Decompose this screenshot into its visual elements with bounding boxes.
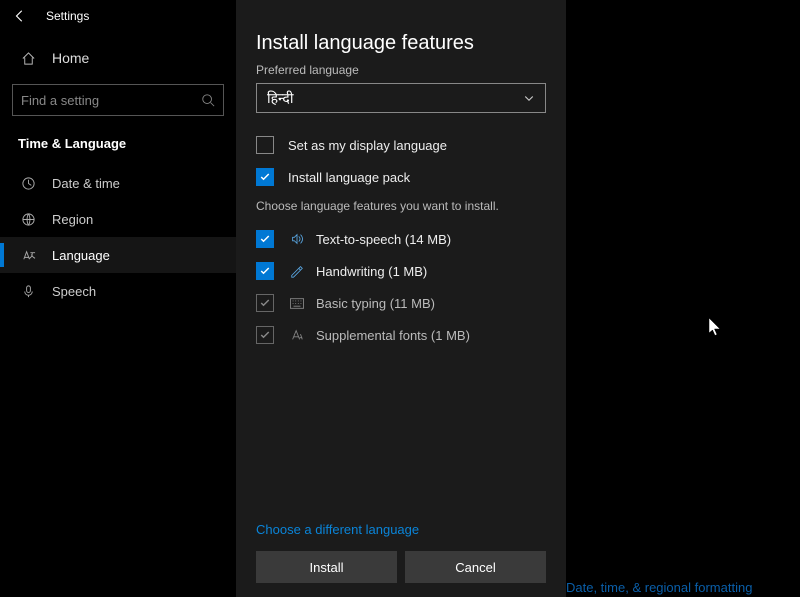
sidebar-item-speech[interactable]: Speech [0,273,236,309]
feature-label: Basic typing (11 MB) [316,296,435,311]
feature-text-to-speech[interactable]: Text-to-speech (14 MB) [256,223,546,255]
sidebar-item-label: Language [52,248,110,263]
back-button[interactable] [0,0,40,32]
sidebar-item-label: Region [52,212,93,227]
selected-language-value: हिन्दी [267,89,293,108]
feature-label: Text-to-speech (14 MB) [316,232,451,247]
install-language-pack-option[interactable]: Install language pack [256,161,546,193]
feature-handwriting[interactable]: Handwriting (1 MB) [256,255,546,287]
features-hint: Choose language features you want to ins… [256,199,546,213]
sidebar-item-date-time[interactable]: Date & time [0,165,236,201]
fonts-icon [288,328,306,342]
search-icon [201,93,215,107]
checkbox-checked[interactable] [256,230,274,248]
install-language-dialog: Install language features Preferred lang… [236,0,566,597]
app-title: Settings [46,9,89,23]
set-display-language-option[interactable]: Set as my display language [256,129,546,161]
checkbox-checked-disabled [256,294,274,312]
handwriting-icon [288,264,306,278]
install-button[interactable]: Install [256,551,397,583]
choose-different-language-link[interactable]: Choose a different language [256,522,546,537]
sidebar-item-language[interactable]: Language [0,237,236,273]
home-icon [18,51,38,66]
preferred-language-label: Preferred language [256,63,546,77]
language-icon [18,248,38,263]
text-to-speech-icon [288,232,306,246]
sidebar-home[interactable]: Home [0,40,236,76]
option-label: Set as my display language [288,138,447,153]
feature-label: Handwriting (1 MB) [316,264,427,279]
dialog-title: Install language features [256,32,546,55]
feature-supplemental-fonts: Supplemental fonts (1 MB) [256,319,546,351]
clock-icon [18,176,38,191]
search-placeholder: Find a setting [21,93,99,108]
dialog-buttons: Install Cancel [256,551,546,583]
keyboard-icon [288,298,306,309]
checkbox-checked-disabled [256,326,274,344]
cancel-button[interactable]: Cancel [405,551,546,583]
chevron-down-icon [523,92,535,104]
preferred-language-select[interactable]: हिन्दी [256,83,546,113]
globe-icon [18,212,38,227]
sidebar-home-label: Home [52,50,89,66]
background-section-heading: Date, time, & regional formatting [566,580,752,595]
sidebar: Home Find a setting Time & Language Date… [0,40,236,309]
search-input[interactable]: Find a setting [12,84,224,116]
checkbox-unchecked[interactable] [256,136,274,154]
checkbox-checked[interactable] [256,262,274,280]
arrow-left-icon [13,9,27,23]
feature-label: Supplemental fonts (1 MB) [316,328,470,343]
checkbox-checked[interactable] [256,168,274,186]
feature-basic-typing: Basic typing (11 MB) [256,287,546,319]
sidebar-item-label: Speech [52,284,96,299]
sidebar-item-region[interactable]: Region [0,201,236,237]
sidebar-item-label: Date & time [52,176,120,191]
microphone-icon [18,284,38,299]
sidebar-section-title: Time & Language [0,128,236,165]
option-label: Install language pack [288,170,410,185]
